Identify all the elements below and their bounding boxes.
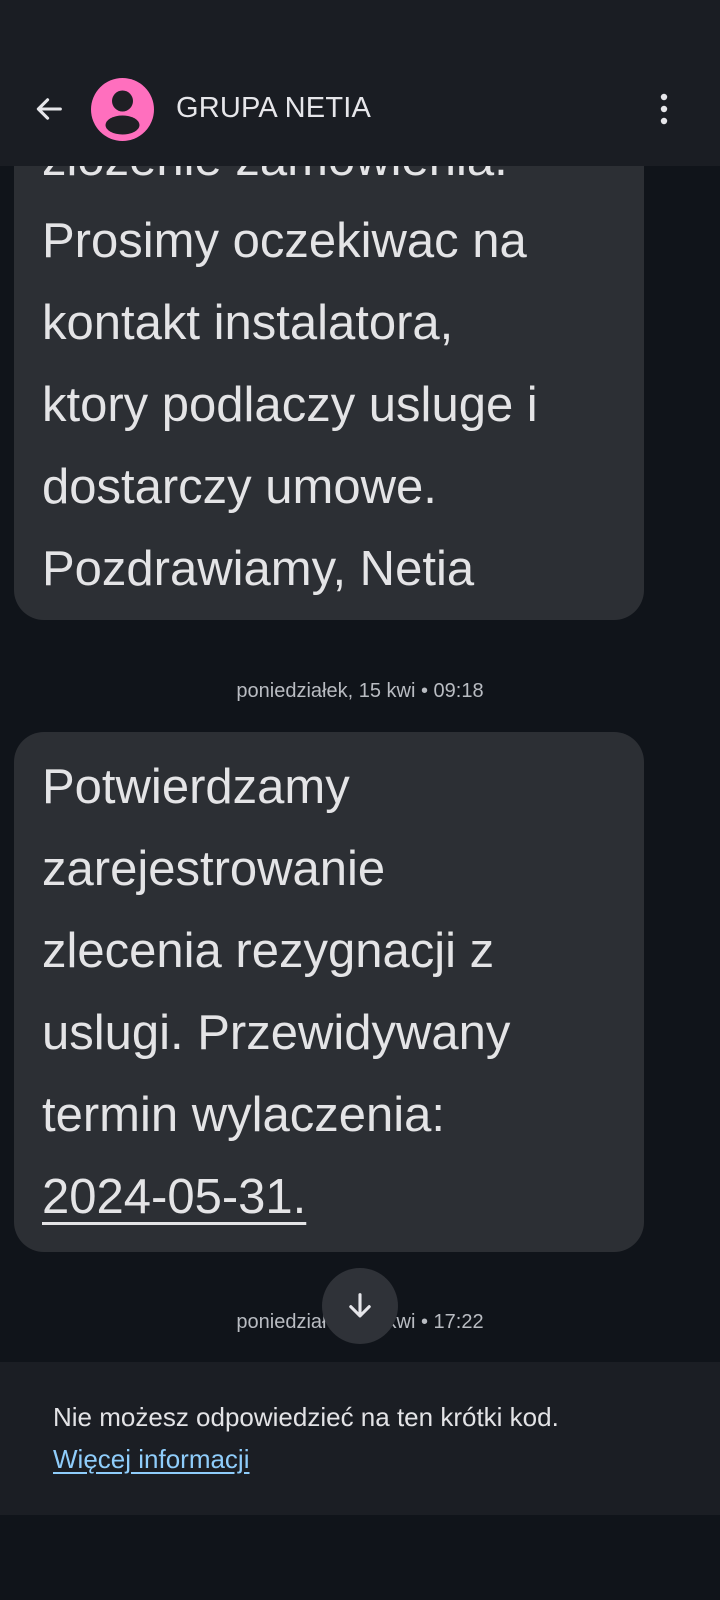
- message-line: ktory podlaczy usluge i: [42, 378, 538, 432]
- message-bubble[interactable]: zlozenie zamowienia. Prosimy oczekiwac n…: [14, 96, 644, 620]
- message-line: termin wylaczenia:: [42, 1088, 446, 1142]
- message-line: kontakt instalatora,: [42, 296, 454, 350]
- more-options-button[interactable]: [644, 86, 684, 132]
- back-button[interactable]: [26, 86, 72, 132]
- arrow-down-icon: [349, 1293, 371, 1318]
- message-line: zarejestrowanie: [42, 842, 386, 896]
- person-icon: [105, 90, 140, 135]
- message-timestamp: poniedziałek, 15 kwi • 09:18: [236, 680, 484, 702]
- message-line: Prosimy oczekiwac na: [42, 214, 527, 268]
- message-line: zlecenia rezygnacji z: [42, 924, 495, 978]
- reply-unavailable-notice: Nie możesz odpowiedzieć na ten krótki ko…: [53, 1402, 559, 1432]
- conversation-title: GRUPA NETIA: [176, 92, 372, 124]
- message-line: uslugi. Przewidywany: [42, 1006, 511, 1060]
- date-link[interactable]: 2024-05-31.: [42, 1170, 306, 1224]
- more-info-link[interactable]: Więcej informacji: [53, 1444, 250, 1475]
- avatar[interactable]: [91, 78, 154, 141]
- more-vertical-icon: [660, 93, 668, 125]
- status-bar: [0, 0, 720, 56]
- message-line: Potwierdzamy: [42, 760, 350, 814]
- scroll-to-bottom-button[interactable]: [322, 1268, 398, 1344]
- navigation-bar: [0, 1515, 720, 1600]
- top-app-bar: GRUPA NETIA: [0, 56, 720, 166]
- message-line: Pozdrawiamy, Netia: [42, 542, 475, 596]
- reply-unavailable-panel: Nie możesz odpowiedzieć na ten krótki ko…: [0, 1362, 720, 1515]
- conversation-screen: zlozenie zamowienia. Prosimy oczekiwac n…: [0, 0, 720, 1600]
- arrow-left-icon: [36, 98, 62, 120]
- message-bubble[interactable]: Potwierdzamy zarejestrowanie zlecenia re…: [14, 732, 644, 1252]
- message-line: dostarczy umowe.: [42, 460, 437, 514]
